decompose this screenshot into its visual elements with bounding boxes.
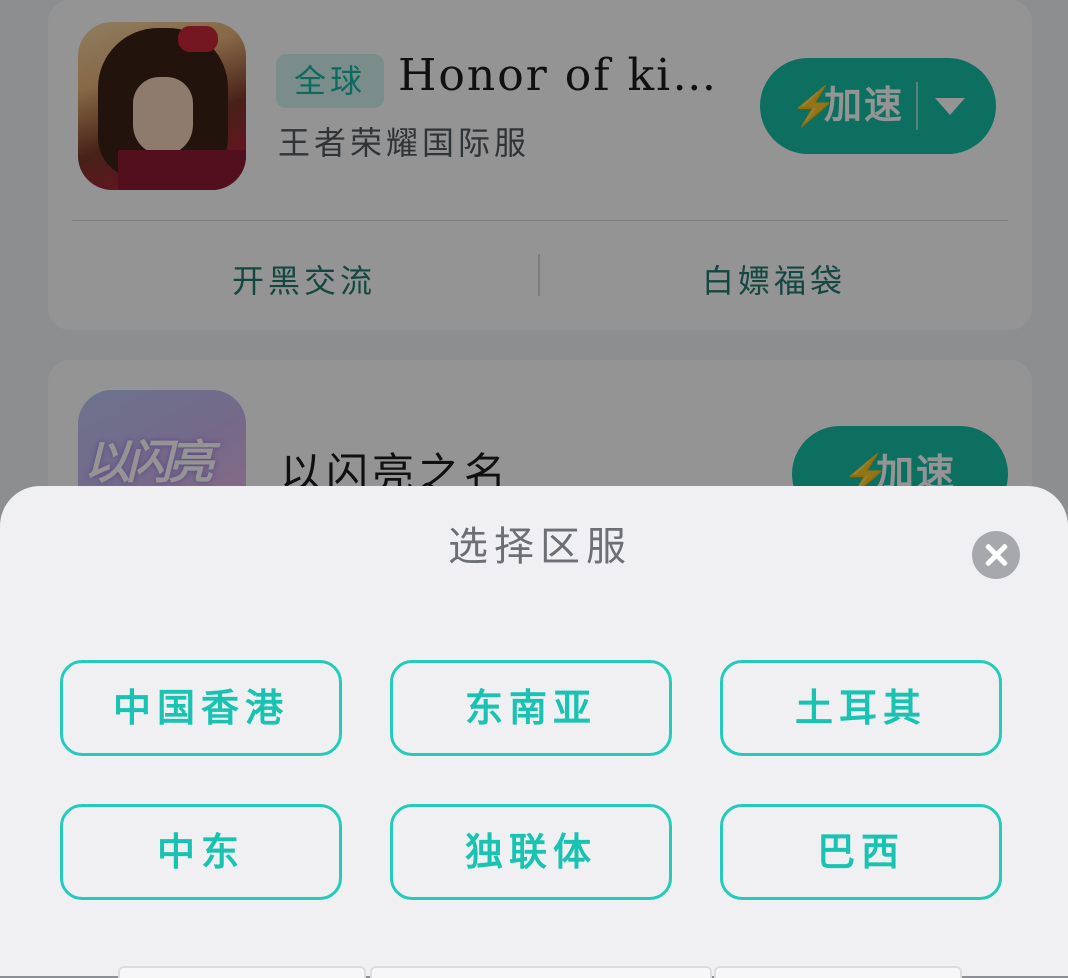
server-option-cis[interactable]: 独联体 xyxy=(390,804,672,900)
server-option-middle-east[interactable]: 中东 xyxy=(60,804,342,900)
close-icon[interactable] xyxy=(972,531,1020,579)
server-option-southeast-asia[interactable]: 东南亚 xyxy=(390,660,672,756)
server-option-partial[interactable] xyxy=(714,966,962,978)
sheet-title: 选择区服 xyxy=(448,524,632,570)
server-option-partial[interactable] xyxy=(118,966,366,978)
server-select-sheet: 选择区服 中国香港 东南亚 土耳其 中东 独联体 巴西 xyxy=(0,486,1068,978)
server-option-partial[interactable] xyxy=(370,966,712,978)
server-option-turkey[interactable]: 土耳其 xyxy=(720,660,1002,756)
server-option-brazil[interactable]: 巴西 xyxy=(720,804,1002,900)
server-option-hong-kong[interactable]: 中国香港 xyxy=(60,660,342,756)
